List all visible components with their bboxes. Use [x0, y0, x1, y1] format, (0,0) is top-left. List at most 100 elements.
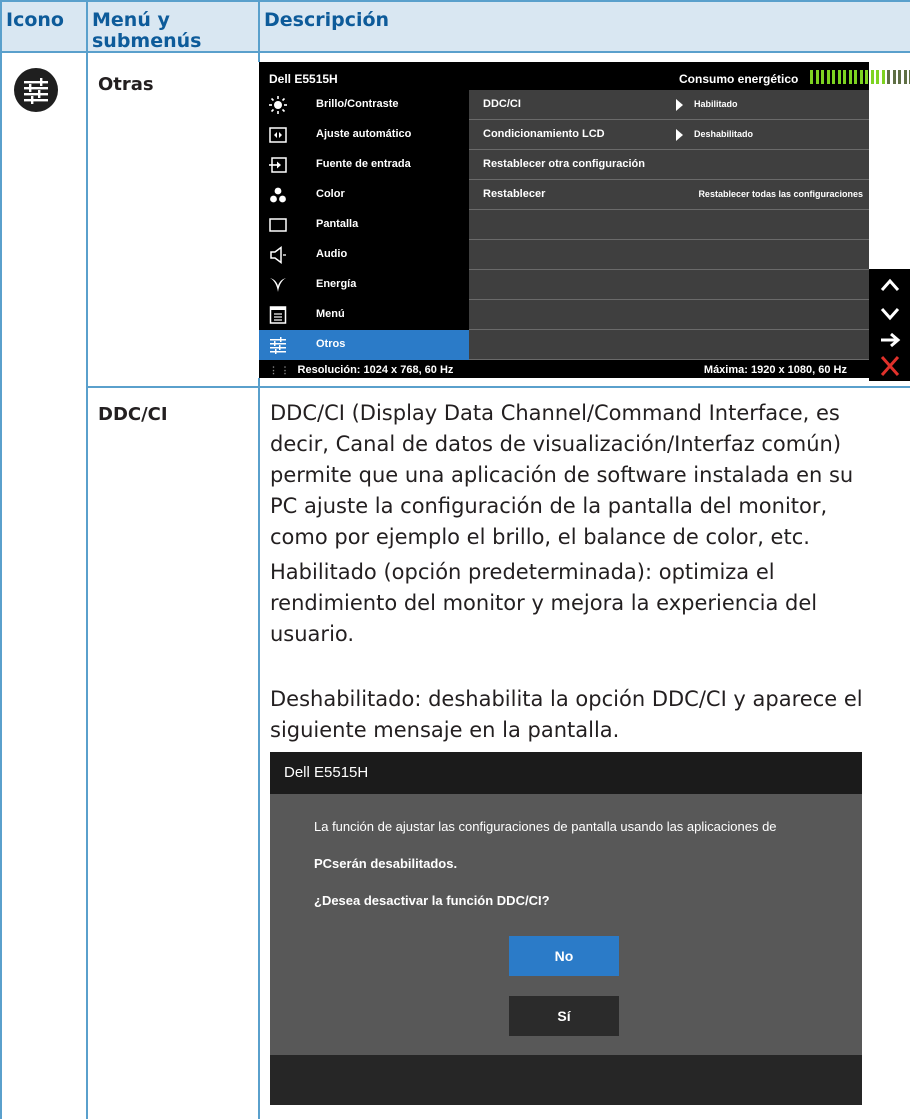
table-border-left [0, 0, 2, 1119]
input-source-icon [269, 157, 287, 173]
sliders-icon [14, 68, 58, 112]
osd-item-otros[interactable]: Otros [259, 330, 469, 360]
energy-bar-segment [887, 70, 890, 84]
osd-row-label: DDC/CI [483, 98, 521, 110]
table-column-divider-2-top [258, 0, 260, 62]
menu-icon [269, 306, 287, 324]
energy-bar-segment [898, 70, 901, 84]
osd-item-label: Fuente de entrada [316, 158, 411, 170]
osd-item-label: Audio [316, 248, 348, 260]
energy-bar-segment [832, 70, 835, 84]
osd-item-audio[interactable]: Audio [259, 240, 469, 270]
osd-row-reset-other[interactable]: Restablecer otra configuración [469, 150, 869, 180]
osd-row-reset[interactable]: Restablecer Restablecer todas las config… [469, 180, 869, 210]
energy-bar-segment [859, 70, 863, 84]
osd-item-ajuste-automatico[interactable]: Ajuste automático [259, 120, 469, 150]
dialog-message-line1: La función de ajustar las configuracione… [314, 819, 777, 834]
dialog-title: Dell E5515H [284, 764, 369, 781]
osd-navigation-buttons [869, 269, 910, 381]
table-column-divider-2 [258, 378, 260, 1119]
text-line: decir, Canal de datos de visualización/I… [270, 432, 842, 456]
osd-item-pantalla[interactable]: Pantalla [259, 210, 469, 240]
ddcci-warning-dialog: Dell E5515H La función de ajustar las co… [270, 752, 862, 1105]
energy-bar-segment [870, 70, 874, 84]
osd-row-label: Restablecer [483, 188, 546, 200]
energy-bar-segment [826, 70, 830, 84]
osd-row-value: Habilitado [694, 99, 738, 109]
osd-row-empty [469, 300, 869, 330]
energy-bar-segment [881, 70, 885, 84]
energy-bar-segment [837, 70, 841, 84]
auto-adjust-icon [269, 127, 287, 143]
text-line: DDC/CI (Display Data Channel/Command Int… [270, 401, 840, 425]
display-icon [269, 218, 287, 232]
osd-row-empty [469, 240, 869, 270]
text-line: rendimiento del monitor y mejora la expe… [270, 591, 818, 615]
chevron-down-icon[interactable] [876, 301, 904, 325]
osd-row-empty [469, 270, 869, 300]
energy-bar-segment [843, 70, 846, 84]
no-button[interactable]: No [509, 936, 619, 976]
osd-row-value: Restablecer todas las configuraciones [698, 189, 863, 199]
triangle-right-icon [676, 129, 683, 141]
header-menu-column-line2: submenús [92, 30, 202, 52]
text-line: como por ejemplo el brillo, el balance d… [270, 525, 810, 549]
osd-energy-label: Consumo energético [679, 72, 799, 86]
status-dots-icon: ⋮ ⋮ [269, 365, 290, 375]
energy-bar-segment [876, 70, 879, 84]
energy-bar-segment [848, 70, 852, 84]
osd-model-name: Dell E5515H [269, 72, 338, 86]
energy-meter [810, 70, 910, 84]
arrow-right-icon[interactable] [876, 328, 904, 352]
osd-item-label: Otros [316, 338, 346, 350]
text-line: usuario. [270, 622, 355, 646]
table-column-divider-1 [86, 0, 88, 1119]
color-icon [270, 187, 286, 203]
osd-item-color[interactable]: Color [259, 180, 469, 210]
osd-item-menu[interactable]: Menú [259, 300, 469, 330]
osd-row-label: Condicionamiento LCD [483, 128, 605, 140]
osd-item-label: Color [316, 188, 345, 200]
osd-row-ddcci[interactable]: DDC/CI Habilitado [469, 90, 869, 120]
triangle-right-icon [676, 99, 683, 111]
osd-max-resolution: Máxima: 1920 x 1080, 60 Hz [703, 364, 847, 376]
ddcci-description: DDC/CI (Display Data Channel/Command Int… [270, 398, 900, 553]
energy-bar-segment [810, 70, 813, 84]
text-line: Habilitado (opción predeterminada): opti… [270, 560, 775, 584]
osd-item-brillo-contraste[interactable]: Brillo/Contraste [259, 90, 469, 120]
osd-row-lcd-conditioning[interactable]: Condicionamiento LCD Deshabilitado [469, 120, 869, 150]
text-line: permite que una aplicación de software i… [270, 463, 854, 487]
energy-bar-segment [903, 70, 907, 84]
osd-item-fuente-entrada[interactable]: Fuente de entrada [259, 150, 469, 180]
osd-resolution: ⋮ ⋮ Resolución: 1024 x 768, 60 Hz [269, 364, 453, 376]
close-icon[interactable] [876, 354, 904, 378]
energy-bar-segment [821, 70, 824, 84]
table-border-top [0, 0, 910, 2]
chevron-up-icon[interactable] [876, 274, 904, 298]
submenu-title-ddcci: DDC/CI [98, 404, 168, 425]
osd-item-label: Ajuste automático [316, 128, 412, 140]
osd-item-label: Pantalla [316, 218, 359, 230]
osd-menu-screenshot: Dell E5515H Consumo energético Brillo/Co… [259, 62, 910, 378]
category-title: Otras [98, 74, 154, 95]
osd-sidebar: Brillo/Contraste Ajuste automático Fuent… [259, 90, 469, 360]
osd-row-value: Deshabilitado [694, 129, 754, 139]
energy-bar-segment [892, 70, 896, 84]
yes-button[interactable]: Sí [509, 996, 619, 1036]
osd-item-energia[interactable]: Energía [259, 270, 469, 300]
energy-bar-segment [865, 70, 868, 84]
header-description-column: Descripción [264, 9, 390, 31]
brightness-icon [269, 96, 287, 114]
osd-row-empty [469, 210, 869, 240]
osd-submenu-panel: DDC/CI Habilitado Condicionamiento LCD D… [469, 90, 869, 360]
header-menu-column-line1: Menú y [92, 9, 170, 31]
energy-bar-segment [854, 70, 857, 84]
speaker-icon [270, 246, 286, 264]
osd-row-empty [469, 330, 869, 360]
osd-row-label: Restablecer otra configuración [483, 158, 645, 170]
header-icon-column: Icono [6, 9, 64, 31]
dialog-message-line2: PCserán desabilitados. [314, 856, 458, 871]
text-line: Deshabilitado: deshabilita la opción DDC… [270, 687, 863, 711]
text-line: siguiente mensaje en la pantalla. [270, 718, 620, 742]
dialog-question: ¿Desea desactivar la función DDC/CI? [314, 893, 550, 908]
